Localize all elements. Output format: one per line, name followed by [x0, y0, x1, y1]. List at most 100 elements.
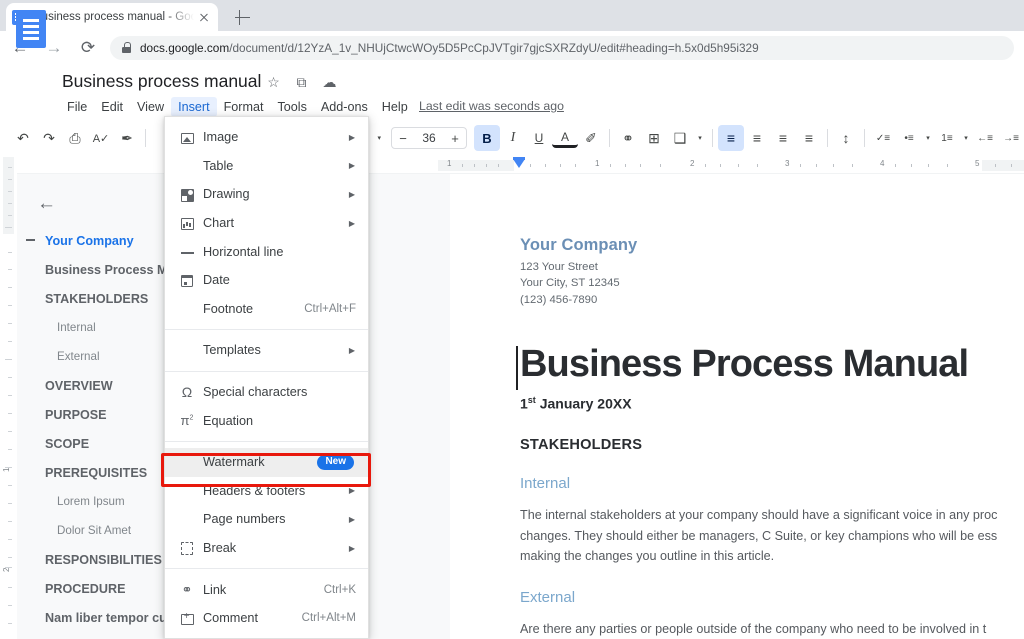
doc-date-ordinal: st	[528, 395, 536, 405]
address-bar[interactable]: docs.google.com/document/d/12YzA_1v_NHUj…	[110, 36, 1014, 60]
doc-paragraph: Are there any parties or people outside …	[520, 619, 1024, 639]
vertical-ruler[interactable]: 1 2 3 4	[0, 157, 17, 639]
document-page[interactable]: Your Company 123 Your Street Your City, …	[450, 174, 1024, 639]
redo-button[interactable]: ↷	[36, 125, 62, 151]
close-icon[interactable]	[196, 9, 212, 25]
image-caret-icon[interactable]: ▾	[693, 125, 707, 151]
print-button[interactable]: ⎙	[62, 125, 88, 151]
menu-item-equation[interactable]: π2 Equation	[165, 406, 368, 435]
submenu-arrow-icon: ▶	[349, 544, 355, 553]
outline-item[interactable]: Business Process M	[17, 255, 180, 284]
horizontal-ruler[interactable]: 1 1 2 3 4 5	[0, 157, 1024, 174]
menu-item-image[interactable]: Image ▶	[165, 123, 368, 152]
underline-button[interactable]: U	[526, 125, 552, 151]
menu-item-break[interactable]: Break ▶	[165, 534, 368, 563]
add-comment-button[interactable]: ⊞	[641, 125, 667, 151]
ruler-mark: 5	[975, 159, 979, 168]
menu-item-page-numbers[interactable]: Page numbers ▶	[165, 505, 368, 534]
menu-item-link[interactable]: ⚭ Link Ctrl+K	[165, 575, 368, 604]
outline-item[interactable]: Nam liber tempor cu	[17, 603, 180, 632]
docs-logo-icon[interactable]	[16, 10, 46, 48]
outline-item[interactable]: SCOPE	[17, 429, 180, 458]
text-cursor	[516, 346, 518, 390]
menu-item-watermark[interactable]: Watermark New	[165, 448, 368, 477]
numbered-list-button[interactable]: 1≡	[934, 125, 960, 151]
doc-date: 1st January 20XX	[520, 395, 1024, 412]
undo-button[interactable]: ↶	[10, 125, 36, 151]
align-left-button[interactable]: ≡	[718, 125, 744, 151]
font-size-increase[interactable]: +	[444, 128, 466, 148]
outline-item[interactable]: PROCEDURE	[17, 574, 180, 603]
line-spacing-button[interactable]: ↕	[833, 125, 859, 151]
menu-insert[interactable]: Insert	[171, 97, 217, 117]
outline-item[interactable]: RESPONSIBILITIES	[17, 545, 180, 574]
menu-item-horizontal-line[interactable]: Horizontal line	[165, 237, 368, 266]
align-right-button[interactable]: ≡	[770, 125, 796, 151]
menu-item-special-characters[interactable]: Ω Special characters	[165, 378, 368, 407]
outline-item[interactable]: Your Company	[17, 226, 180, 255]
menu-item-comment[interactable]: Comment Ctrl+Alt+M	[165, 604, 368, 633]
outline-item[interactable]: Lorem Ipsum	[17, 487, 180, 516]
menu-item-chart[interactable]: Chart ▶	[165, 209, 368, 238]
reload-button[interactable]: ⟳	[74, 34, 102, 62]
decrease-indent-button[interactable]: ←≡	[972, 125, 998, 151]
checklist-button[interactable]: ✓≡	[870, 125, 896, 151]
ruler-mark: 3	[785, 159, 789, 168]
outline-item[interactable]: External	[17, 342, 180, 371]
menu-view[interactable]: View	[130, 97, 171, 117]
bulleted-list-button[interactable]: •≡	[896, 125, 922, 151]
outline-item-label: Internal	[17, 321, 96, 334]
title-action-icons: ☆ ⧉ ☁	[265, 74, 338, 91]
document-title[interactable]: Business process manual	[62, 71, 261, 92]
menu-add-ons[interactable]: Add-ons	[314, 97, 375, 117]
insert-menu-popup: Image ▶ Table ▶ Drawing ▶ Chart ▶ Horizo…	[164, 116, 369, 639]
menu-item-drawing[interactable]: Drawing ▶	[165, 180, 368, 209]
outline-item[interactable]: RISKS	[17, 632, 180, 639]
menu-file[interactable]: File	[60, 97, 94, 117]
menu-format[interactable]: Format	[217, 97, 271, 117]
bulleted-list-caret-icon[interactable]: ▾	[922, 125, 934, 151]
align-center-button[interactable]: ≡	[744, 125, 770, 151]
menu-help[interactable]: Help	[375, 97, 415, 117]
font-size-decrease[interactable]: −	[392, 128, 414, 148]
collapse-icon[interactable]	[26, 239, 35, 241]
last-edit-status[interactable]: Last edit was seconds ago	[419, 99, 564, 113]
menu-item-label: Link	[203, 583, 324, 597]
align-justify-button[interactable]: ≡	[796, 125, 822, 151]
spellcheck-button[interactable]: A✓	[88, 125, 114, 151]
highlight-color-button[interactable]: ✐	[578, 125, 604, 151]
new-tab-icon[interactable]	[232, 7, 252, 27]
bold-button[interactable]: B	[474, 125, 500, 151]
outline-item[interactable]: Dolor Sit Amet	[17, 516, 180, 545]
menu-item-table[interactable]: Table ▶	[165, 152, 368, 181]
menu-item-headers-footers[interactable]: Headers & footers ▶	[165, 477, 368, 506]
menu-item-date[interactable]: Date	[165, 266, 368, 295]
outline-item[interactable]: OVERVIEW	[17, 371, 180, 400]
paint-format-button[interactable]: ✒	[114, 125, 140, 151]
outline-item-label: PREREQUISITES	[17, 466, 147, 480]
menu-item-templates[interactable]: Templates ▶	[165, 336, 368, 365]
toolbar-divider	[827, 129, 828, 147]
text-color-button[interactable]: A	[552, 128, 578, 148]
star-icon[interactable]: ☆	[265, 74, 282, 91]
cloud-saved-icon[interactable]: ☁	[321, 74, 338, 91]
menu-item-footnote[interactable]: Footnote Ctrl+Alt+F	[165, 295, 368, 324]
font-size-stepper[interactable]: − 36 +	[391, 127, 467, 149]
outline-item[interactable]: Internal	[17, 313, 180, 342]
increase-indent-button[interactable]: →≡	[998, 125, 1024, 151]
close-outline-icon[interactable]: ←	[37, 194, 56, 213]
first-line-indent-marker[interactable]	[513, 159, 525, 168]
menu-divider	[165, 568, 368, 569]
outline-item[interactable]: PREREQUISITES	[17, 458, 180, 487]
font-size-value[interactable]: 36	[414, 131, 444, 145]
move-to-folder-icon[interactable]: ⧉	[293, 74, 310, 91]
outline-item[interactable]: PURPOSE	[17, 400, 180, 429]
menu-edit[interactable]: Edit	[94, 97, 130, 117]
outline-item[interactable]: STAKEHOLDERS	[17, 284, 180, 313]
numbered-list-caret-icon[interactable]: ▾	[960, 125, 972, 151]
menu-tools[interactable]: Tools	[270, 97, 313, 117]
insert-link-button[interactable]: ⚭	[615, 125, 641, 151]
insert-image-button[interactable]: ❑	[667, 125, 693, 151]
equation-icon: π2	[177, 414, 197, 427]
italic-button[interactable]: I	[500, 125, 526, 151]
